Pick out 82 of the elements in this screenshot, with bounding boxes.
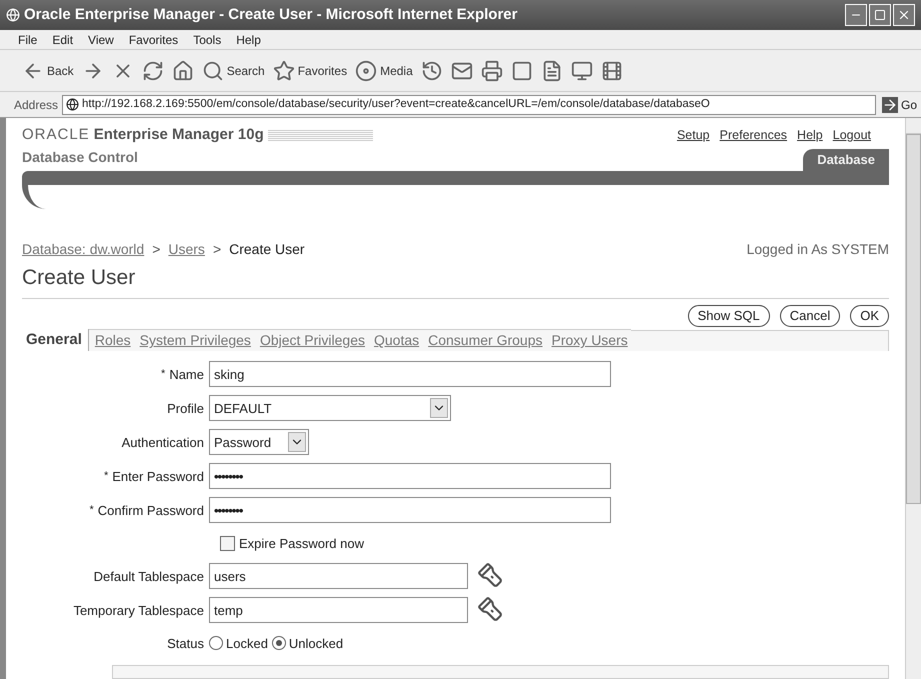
breadcrumb-separator: >: [152, 240, 160, 260]
database-tab[interactable]: Database: [803, 148, 889, 172]
action-button[interactable]: Show SQL: [688, 304, 770, 327]
close-icon: [897, 8, 911, 22]
password-field[interactable]: ••••••••: [209, 497, 611, 524]
film-icon: [600, 60, 623, 82]
select-field[interactable]: Password: [209, 429, 309, 456]
menu-item[interactable]: Favorites: [128, 30, 178, 48]
logged-in-text: Logged in As SYSTEM: [746, 240, 889, 260]
browser-icon: [6, 8, 20, 22]
radio-button[interactable]: [272, 636, 286, 650]
tab[interactable]: Quotas: [368, 329, 422, 352]
field-label: Default Tablespace: [94, 568, 204, 586]
search-button[interactable]: Search: [202, 54, 265, 86]
address-label: Address: [14, 96, 58, 114]
radio-label: Locked: [226, 634, 268, 652]
field-label: Confirm Password: [98, 502, 204, 520]
product-subtitle: Database Control: [22, 148, 139, 166]
header-link[interactable]: Help: [797, 126, 823, 145]
header-link[interactable]: Setup: [676, 126, 710, 145]
checkbox-label: Expire Password now: [239, 534, 364, 553]
menu-item[interactable]: Edit: [52, 30, 74, 48]
radio-button[interactable]: [209, 636, 223, 650]
field-label: Profile: [167, 400, 204, 418]
back-button[interactable]: Back: [22, 54, 74, 86]
page-title: Create User: [22, 262, 889, 299]
home-icon: [172, 60, 194, 82]
square-icon: [510, 60, 533, 82]
action-button[interactable]: OK: [850, 304, 889, 327]
tab[interactable]: Consumer Groups: [422, 329, 546, 352]
tab[interactable]: Object Privileges: [254, 329, 368, 352]
close-button[interactable]: [893, 4, 915, 26]
product-name: Enterprise Manager 10g: [94, 125, 264, 145]
menu-item[interactable]: File: [18, 30, 38, 48]
maximize-button[interactable]: [869, 4, 891, 26]
header-link[interactable]: Logout: [832, 126, 871, 145]
input-field[interactable]: sking: [209, 361, 611, 388]
minimize-button[interactable]: [845, 4, 867, 26]
header-link[interactable]: Preferences: [720, 126, 788, 145]
address-field[interactable]: http://192.168.2.169:5500/em/console/database/security/user?event=create&cancelURL=/em/console/database/databaseO: [62, 94, 876, 114]
maximize-icon: [874, 9, 886, 21]
required-icon: *: [90, 502, 94, 518]
breadcrumb-separator: >: [212, 240, 222, 260]
breadcrumb-link[interactable]: Database: dw.world: [22, 239, 144, 260]
checkbox[interactable]: [220, 536, 235, 551]
dropdown-icon: [430, 398, 448, 418]
field-label: Name: [169, 366, 204, 384]
required-icon: *: [104, 468, 108, 484]
required-icon: *: [161, 366, 166, 382]
menu-item[interactable]: Help: [236, 30, 261, 48]
go-button[interactable]: Go: [882, 96, 917, 114]
window-title: Oracle Enterprise Manager - Create User - Microsoft Internet Explorer: [24, 4, 518, 25]
field-label: Enter Password: [112, 468, 204, 486]
menu-item[interactable]: View: [88, 30, 114, 48]
input-field[interactable]: temp: [209, 597, 468, 624]
breadcrumb-current: Create User: [229, 240, 305, 260]
oracle-logo: ORACLE: [22, 125, 90, 145]
select-field[interactable]: DEFAULT: [209, 395, 451, 422]
input-field[interactable]: users: [209, 563, 468, 590]
favorites-button[interactable]: Favorites: [272, 54, 348, 86]
disc-icon: [355, 60, 378, 82]
search-icon: [202, 60, 224, 82]
action-button[interactable]: Cancel: [780, 304, 840, 327]
field-label: Authentication: [122, 434, 204, 452]
radio-label: Unlocked: [288, 634, 344, 652]
dropdown-icon: [288, 432, 306, 452]
breadcrumb-link[interactable]: Users: [168, 239, 205, 260]
tab[interactable]: Proxy Users: [546, 329, 631, 352]
printer-icon: [480, 60, 503, 82]
page-icon: [66, 98, 80, 111]
password-field[interactable]: ••••••••: [209, 463, 611, 490]
refresh-icon: [142, 60, 164, 82]
field-label: Status: [167, 634, 204, 652]
scrollbar[interactable]: [905, 118, 921, 679]
tab[interactable]: System Privileges: [134, 329, 254, 352]
history-icon: [420, 60, 443, 82]
monitor-icon: [570, 60, 593, 82]
star-icon: [272, 60, 295, 82]
media-button[interactable]: Media: [355, 54, 413, 86]
menu-item[interactable]: Tools: [193, 30, 222, 48]
field-label: Temporary Tablespace: [73, 602, 204, 620]
tab[interactable]: Roles: [88, 329, 134, 352]
